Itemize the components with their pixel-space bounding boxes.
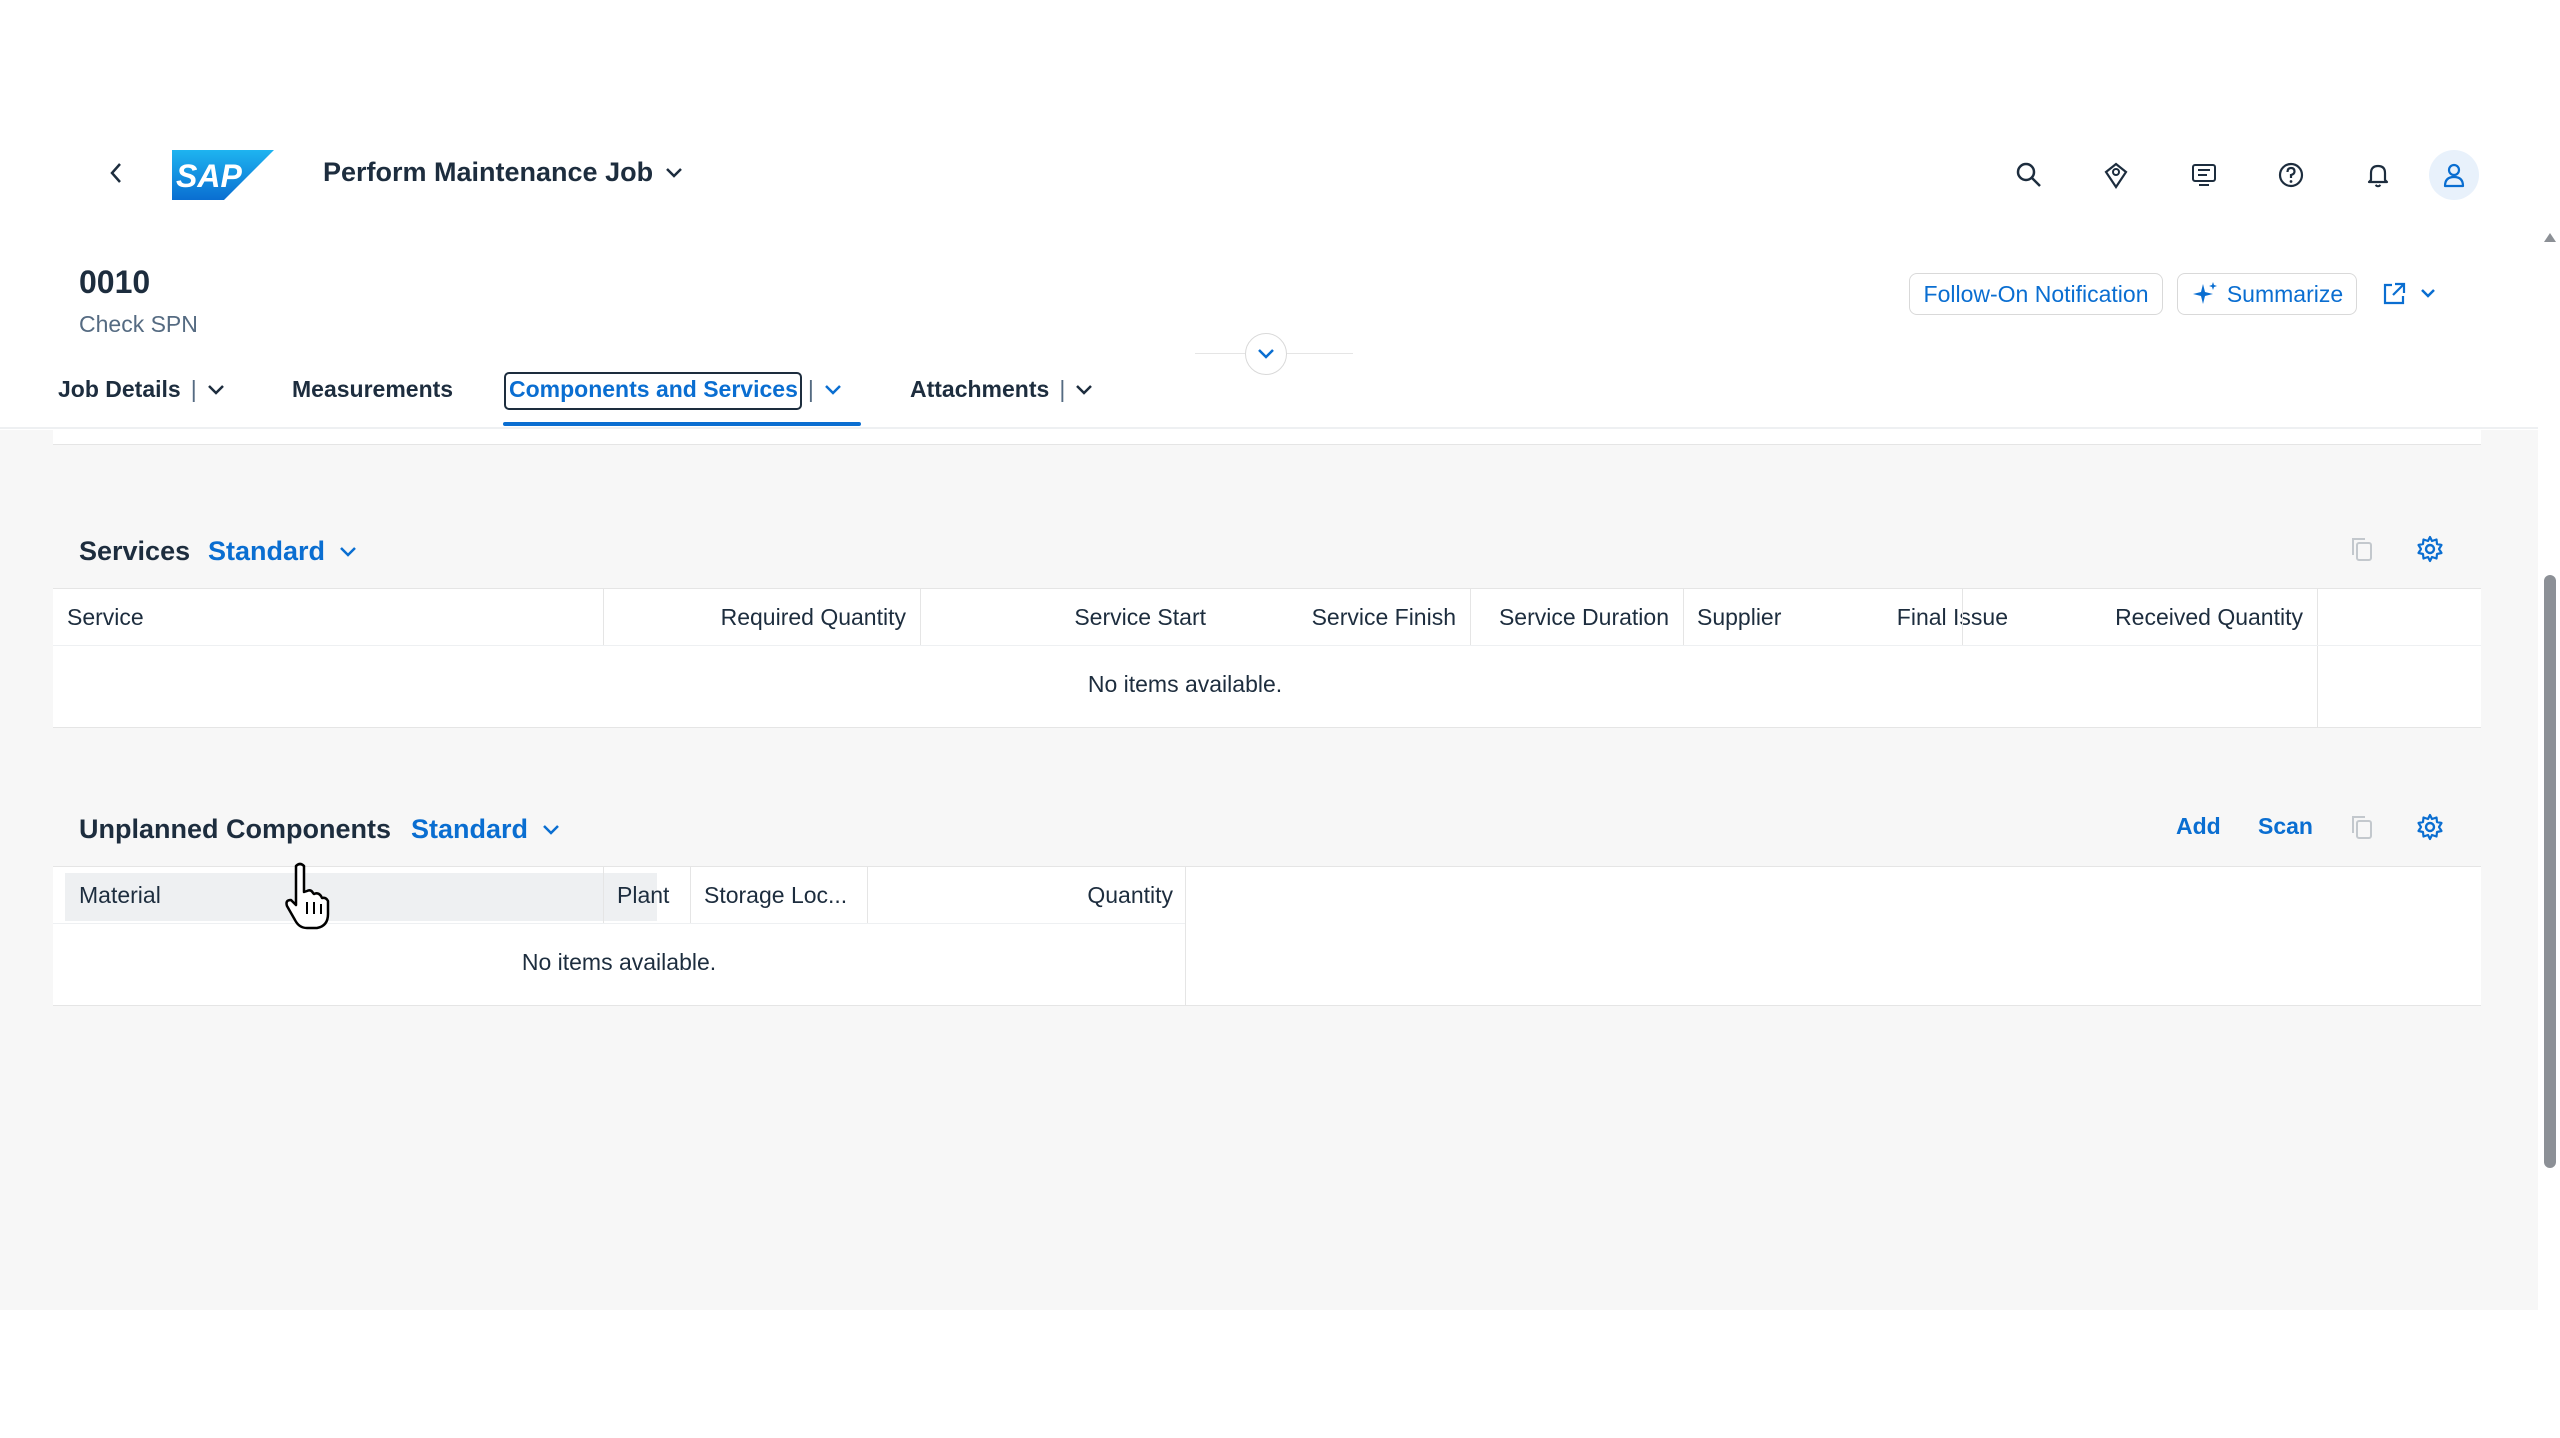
divider <box>1287 353 1353 354</box>
tab-label: Measurements <box>292 376 454 402</box>
collapse-header-button[interactable] <box>1245 333 1287 375</box>
content-area: Services Standard Service Required Quant… <box>0 430 2538 1310</box>
column-header[interactable]: Service Finish <box>1220 589 1470 645</box>
column-header[interactable]: Material <box>65 867 657 923</box>
chevron-down-icon[interactable] <box>824 384 842 396</box>
services-title: Services <box>79 536 191 566</box>
tab-selected-indicator <box>503 422 861 426</box>
services-copy-button[interactable] <box>2342 529 2382 569</box>
column-header[interactable]: Quantity <box>867 867 1187 923</box>
summarize-button[interactable]: Summarize <box>2177 273 2357 315</box>
user-avatar[interactable] <box>2429 150 2479 200</box>
column-header[interactable]: Service <box>53 589 603 645</box>
variant-label: Standard <box>208 536 326 566</box>
copy-icon <box>2352 538 2372 561</box>
object-subtitle: Check SPN <box>79 311 198 337</box>
gear-icon <box>2417 535 2443 563</box>
tab-components-and-services[interactable]: Components and Services | <box>509 376 842 403</box>
column-header[interactable]: Service Duration <box>1470 589 1683 645</box>
chevron-down-icon[interactable] <box>1075 384 1093 396</box>
column-divider <box>1185 867 1186 1005</box>
divider <box>1195 353 1245 354</box>
share-menu-button[interactable] <box>2380 278 2448 310</box>
scan-button[interactable]: Scan <box>2258 813 2313 840</box>
chevron-down-icon[interactable] <box>207 384 225 396</box>
search-icon <box>2016 162 2041 187</box>
gear-icon <box>2417 813 2443 841</box>
joule-button[interactable] <box>2091 150 2141 200</box>
tab-measurements[interactable]: Measurements <box>292 376 453 403</box>
scrollbar-thumb[interactable] <box>2544 575 2556 1168</box>
empty-message: No items available. <box>1087 671 1283 697</box>
tab-separator: | <box>190 376 197 402</box>
column-header[interactable]: Supplier <box>1683 589 1848 645</box>
column-header[interactable]: Received Quantity <box>1962 589 2317 645</box>
summarize-label: Summarize <box>2226 280 2344 307</box>
add-button[interactable]: Add <box>2176 813 2221 840</box>
follow-on-notification-label: Follow-On Notification <box>1923 280 2149 307</box>
chevron-down-icon <box>2421 289 2435 298</box>
tab-attachments[interactable]: Attachments | <box>910 376 1093 403</box>
column-divider <box>2317 589 2318 727</box>
search-button[interactable] <box>2004 150 2054 200</box>
unplanned-settings-button[interactable] <box>2410 807 2450 847</box>
unplanned-copy-button[interactable] <box>2342 807 2382 847</box>
joule-icon <box>2104 162 2128 189</box>
tab-job-details[interactable]: Job Details | <box>58 376 225 403</box>
chevron-down-icon <box>340 546 356 557</box>
tab-label: Components and Services <box>509 376 798 402</box>
chevron-down-icon <box>1258 349 1274 359</box>
services-settings-button[interactable] <box>2410 529 2450 569</box>
copy-icon <box>2352 816 2372 839</box>
sparkle-icon <box>2192 282 2217 304</box>
tab-separator: | <box>807 376 814 402</box>
help-button[interactable] <box>2266 150 2316 200</box>
previous-table-edge <box>53 430 2481 445</box>
scroll-up-icon[interactable] <box>2542 230 2558 246</box>
services-variant-select[interactable]: Standard <box>208 536 357 567</box>
hand-cursor-icon <box>283 862 333 932</box>
column-header[interactable]: Service Start <box>920 589 1220 645</box>
object-title: 0010 <box>79 264 151 300</box>
tab-label: Attachments <box>910 376 1050 402</box>
chevron-down-icon <box>543 824 559 835</box>
header-divider <box>53 923 1185 924</box>
header-divider <box>53 645 2481 646</box>
follow-on-notification-button[interactable]: Follow-On Notification <box>1909 273 2163 315</box>
variant-label: Standard <box>411 814 529 844</box>
tab-label: Job Details <box>58 376 181 402</box>
column-header[interactable]: Required Quantity <box>603 589 920 645</box>
unplanned-title: Unplanned Components <box>79 814 391 844</box>
tabbar-border <box>0 427 2538 429</box>
user-icon <box>2443 163 2465 188</box>
notifications-button[interactable] <box>2353 150 2403 200</box>
services-table: Service Required Quantity Service Start … <box>53 588 2481 728</box>
unplanned-components-table: Material Plant Storage Loc... Quantity N… <box>53 866 2481 1006</box>
unplanned-variant-select[interactable]: Standard <box>411 814 560 845</box>
empty-message: No items available. <box>521 949 717 975</box>
bell-icon <box>2367 164 2389 188</box>
menu-button[interactable] <box>2179 150 2229 200</box>
menu-icon <box>2192 164 2216 186</box>
share-icon <box>2383 282 2406 305</box>
tab-separator: | <box>1059 376 1066 402</box>
help-icon <box>2278 162 2304 188</box>
